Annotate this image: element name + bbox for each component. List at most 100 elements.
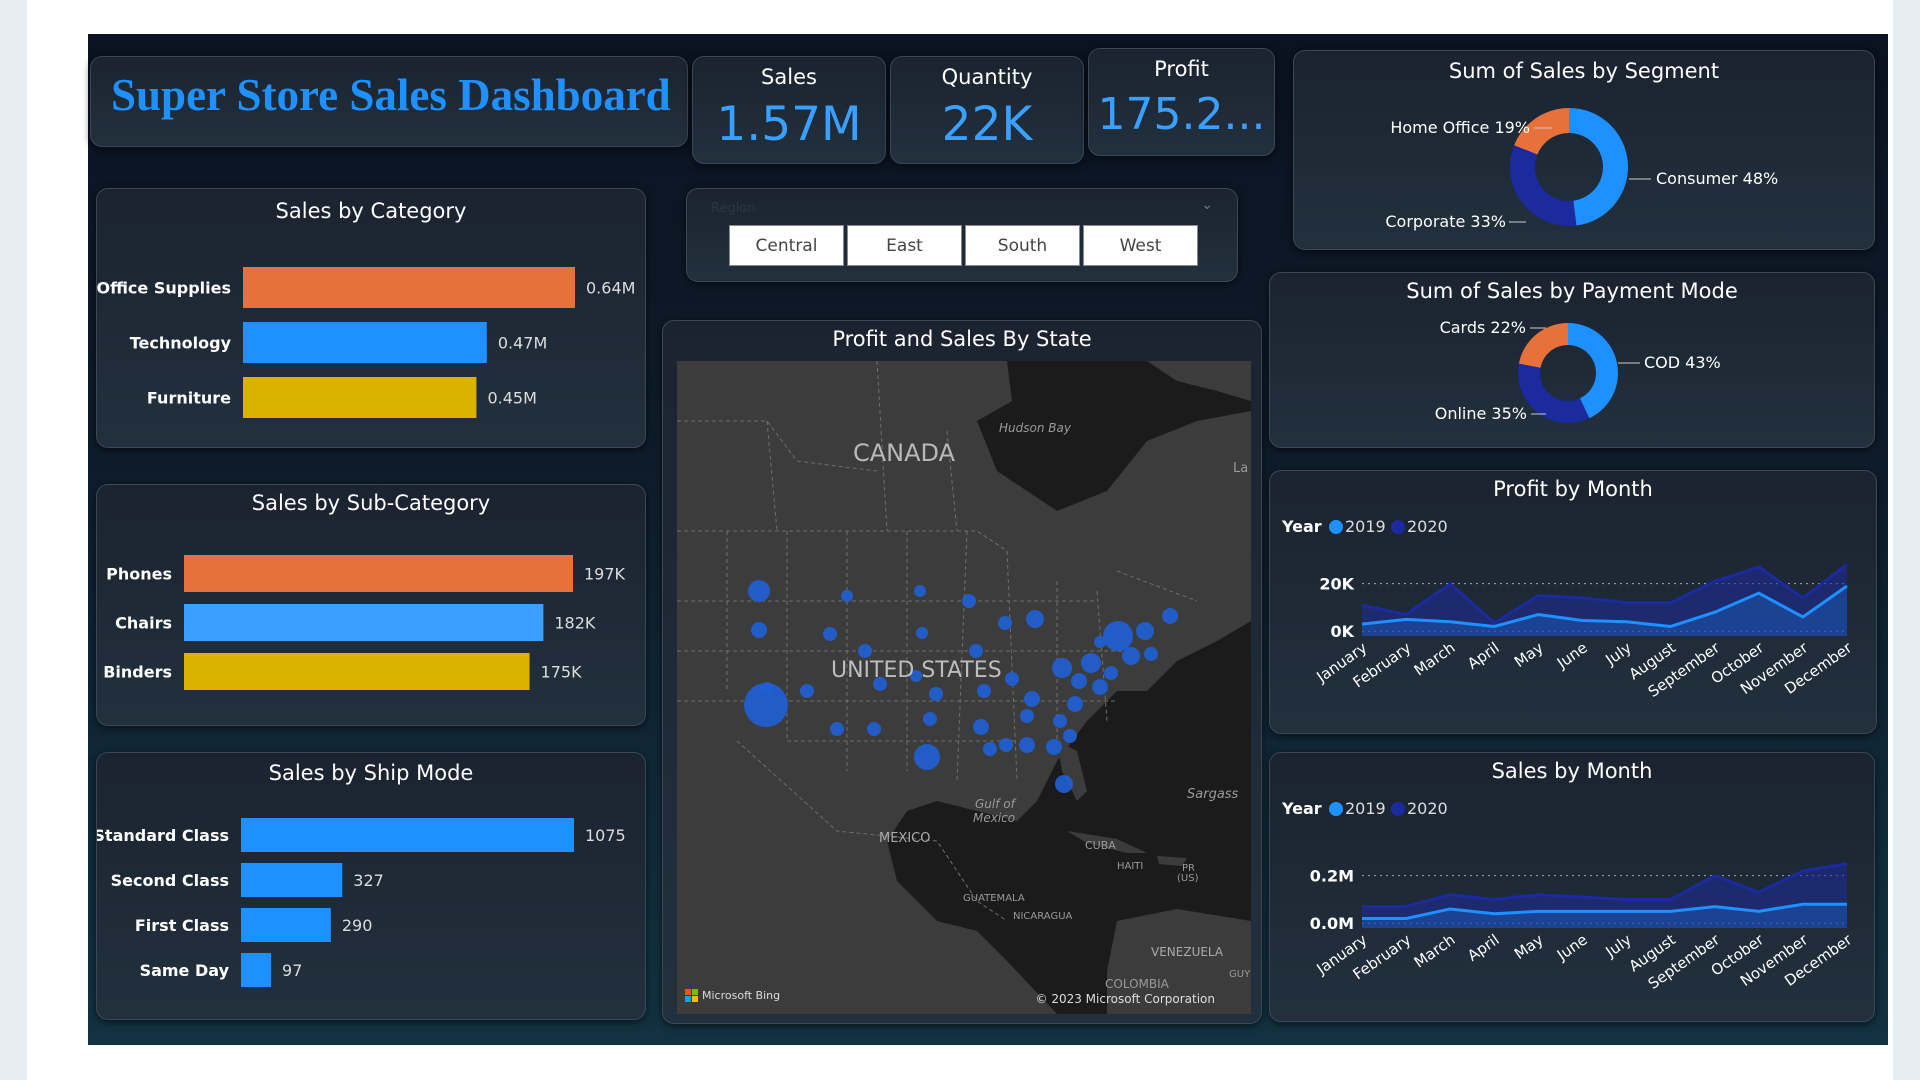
map-label-cuba: CUBA [1085,839,1116,852]
map-svg [677,361,1251,1014]
data-label: 1075 [585,826,626,845]
profit-by-month-card: Profit by Month Year 2019 2020 0K 20K January… [1269,470,1877,734]
sales-by-category-card: Sales by Category Office Supplies 0.64M Te… [96,188,646,448]
region-option-east[interactable]: East [847,225,962,266]
sales-by-month-chart: Year 2019 20200.0M0.2MJanuaryFebruaryMarch… [1281,799,1856,993]
category-label: Second Class [111,871,229,890]
donut-slice [1518,363,1590,423]
y-tick-label: 0K [1330,622,1354,641]
region-option-central[interactable]: Central [729,225,844,266]
donut-slice [1569,108,1628,226]
region-slicer-label: Region [711,201,756,216]
kpi-profit-card: Profit 175.2... [1088,48,1275,156]
legend-marker [1391,520,1405,534]
map-canvas[interactable]: CANADA UNITED STATES Hudson Bay La Gulf … [677,361,1251,1014]
data-label: 182K [554,614,596,633]
sales-by-segment-chart: Consumer 48% Corporate 33% Home Office 19% [1385,108,1778,231]
map-label-gulf-2: Mexico [973,811,1016,825]
kpi-quantity-card: Quantity 22K [890,56,1084,164]
x-tick-label: April [1464,639,1502,673]
kpi-quantity-label: Quantity [941,65,1033,89]
profit-by-month-chart: Year 2019 20200K20KJanuaryFebruaryMarch Apr… [1281,517,1856,701]
data-label: 197K [584,565,626,584]
map-label-haiti: HAITI [1117,861,1144,872]
microsoft-logo-icon [685,989,698,1002]
map-label-venezuela: VENEZUELA [1151,945,1224,959]
bar [241,908,331,942]
map-label-canada: CANADA [853,439,956,467]
bar [184,653,530,690]
legend-marker [1391,802,1405,816]
x-tick-label: June [1553,639,1591,673]
legend-label: 2020 [1407,517,1448,536]
data-label: 290 [342,916,373,935]
land-east-canada [1147,361,1251,401]
y-tick-label: 20K [1319,575,1354,594]
kpi-sales-card: Sales 1.57M [692,56,886,164]
kpi-quantity-value: 22K [941,97,1033,152]
map-label-colombia: COLOMBIA [1105,977,1169,991]
category-label: Phones [106,565,172,584]
x-tick-label: March [1411,931,1459,972]
region-option-west[interactable]: West [1083,225,1198,266]
title-card: Super Store Sales Dashboard [90,56,688,147]
map-label-gulf-1: Gulf of [975,797,1015,811]
map-label-mexico: MEXICO [879,831,931,846]
category-label: Chairs [115,614,172,633]
dashboard-title: Super Store Sales Dashboard [111,70,671,120]
x-tick-label: April [1464,931,1502,965]
page-sheet: Super Store Sales Dashboard Sales 1.57M … [27,0,1893,1080]
sales-by-subcategory-card: Sales by Sub-Category Phones 197K Chairs 18… [96,484,646,726]
region-slicer: Region ⌄ Central East South West [686,188,1238,282]
bar [243,322,487,363]
payment-card: Sum of Sales by Payment Mode COD 43% Onli… [1269,272,1875,448]
data-label: 97 [282,961,302,980]
slice-label: Consumer 48% [1656,169,1778,188]
slice-label: Home Office 19% [1390,118,1530,137]
sales-by-subcategory-chart: Phones 197K Chairs 182K Binders 175K [103,555,626,690]
chevron-down-icon[interactable]: ⌄ [1201,197,1213,213]
segment-card: Sum of Sales by Segment Consumer 48% Corp… [1293,50,1875,250]
chart-title: Sales by Sub-Category [251,491,491,515]
legend-label: 2019 [1345,799,1386,818]
data-label: 0.64M [586,279,635,298]
bing-attribution-text: Microsoft Bing [702,989,781,1002]
kpi-profit-label: Profit [1154,57,1209,81]
map-card: Profit and Sales By State CANADA UNITED … [662,320,1262,1024]
legend-marker [1329,802,1343,816]
category-label: Standard Class [97,826,229,845]
bar [243,377,477,418]
bing-attribution: Microsoft Bing [685,989,780,1002]
x-tick-label: March [1411,639,1459,680]
map-label-sargasso: Sargass [1187,787,1239,802]
kpi-profit-value: 175.2... [1097,89,1266,140]
slice-label: Corporate 33% [1385,212,1506,231]
map-label-la: La [1233,461,1249,476]
legend-title: Year [1281,799,1322,818]
map-label-guatemala: GUATEMALA [963,893,1025,904]
category-label: Furniture [147,389,231,408]
x-tick-label: May [1511,638,1547,671]
donut-slice [1510,145,1577,227]
kpi-sales-label: Sales [761,65,817,89]
map-label-hudson: Hudson Bay [999,421,1071,435]
legend-title: Year [1281,517,1322,536]
sales-by-payment-chart: COD 43% Online 35% Cards 22% [1435,318,1721,423]
x-tick-label: June [1553,931,1591,965]
region-option-south[interactable]: South [965,225,1080,266]
chart-title: Sales by Category [275,199,467,223]
legend-label: 2019 [1345,517,1386,536]
slice-label: Online 35% [1435,404,1527,423]
x-tick-label: May [1511,930,1547,963]
dashboard: Super Store Sales Dashboard Sales 1.57M … [88,34,1888,1045]
category-label: Same Day [140,961,230,980]
kpi-sales-value: 1.57M [716,97,862,152]
bar [241,863,343,897]
data-label: 327 [353,871,384,890]
y-tick-label: 0.0M [1310,914,1354,933]
donut-slice [1518,323,1568,368]
y-tick-label: 0.2M [1310,867,1354,886]
bar [241,953,272,987]
slice-label: COD 43% [1644,353,1721,372]
bar [241,818,574,852]
